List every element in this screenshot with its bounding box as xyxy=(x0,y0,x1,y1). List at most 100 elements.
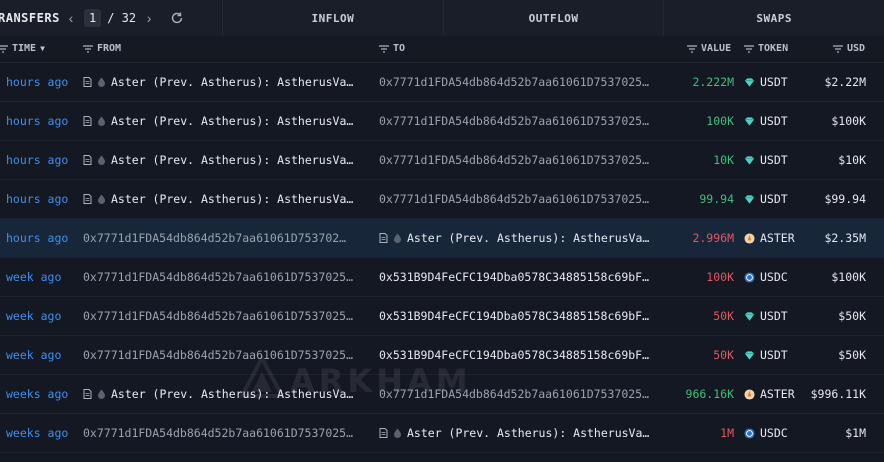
from-entity[interactable]: Aster (Prev. Astherus): AstherusVa… xyxy=(111,75,353,89)
tab-inflow[interactable]: INFLOW xyxy=(222,0,443,36)
table-row[interactable]: weeks ago Aster (Prev. Astherus): Astheru… xyxy=(0,375,884,414)
time-cell[interactable]: weeks ago xyxy=(6,375,76,413)
prev-page-button[interactable]: ‹ xyxy=(64,8,78,28)
to-address[interactable]: 0x531B9D4FeCFC194Dba0578C34885158c69bF… xyxy=(379,309,649,323)
document-icon xyxy=(83,389,92,399)
usd-cell: $2.35M xyxy=(824,231,866,245)
chevron-right-icon: › xyxy=(146,10,152,26)
entity-logo-icon xyxy=(98,155,105,165)
from-entity[interactable]: Aster (Prev. Astherus): AstherusVa… xyxy=(111,153,353,167)
to-column-header[interactable]: TO xyxy=(379,43,405,54)
table-row[interactable]: hours ago Aster (Prev. Astherus): Astheru… xyxy=(0,63,884,102)
from-cell: 0x7771d1FDA54db864d52b7aa61061D7537025… xyxy=(83,297,368,335)
table-row[interactable]: weeks ago 0x7771d1FDA54db864d52b7aa61061D… xyxy=(0,414,884,453)
time-cell[interactable]: hours ago xyxy=(6,102,76,140)
time-cell[interactable]: hours ago xyxy=(6,219,76,257)
value-cell: 99.94 xyxy=(699,192,734,206)
from-cell: 0x7771d1FDA54db864d52b7aa61061D7537025… xyxy=(83,414,368,452)
usd-column-header[interactable]: USD xyxy=(833,43,865,54)
table-header: TIME ▼ FROM TO VALUE TOKEN USD xyxy=(0,36,884,63)
usdt-icon xyxy=(744,194,755,205)
to-cell: Aster (Prev. Astherus): AstherusVa… xyxy=(379,219,664,257)
entity-logo-icon xyxy=(98,116,105,126)
to-header-label: TO xyxy=(393,43,406,54)
from-column-header[interactable]: FROM xyxy=(83,43,121,54)
to-entity[interactable]: Aster (Prev. Astherus): AstherusVa… xyxy=(407,231,649,245)
to-address[interactable]: 0x7771d1FDA54db864d52b7aa61061D7537025… xyxy=(379,387,649,401)
from-entity[interactable]: Aster (Prev. Astherus): AstherusVa… xyxy=(111,192,353,206)
usd-header-label: USD xyxy=(847,43,866,54)
token-symbol: ASTER xyxy=(760,387,795,401)
next-page-button[interactable]: › xyxy=(142,8,156,28)
filter-icon xyxy=(833,44,843,53)
token-symbol: USDT xyxy=(760,348,788,362)
document-icon xyxy=(379,428,388,438)
filter-icon xyxy=(83,44,93,53)
time-column-header[interactable]: TIME ▼ xyxy=(0,43,45,54)
from-cell: Aster (Prev. Astherus): AstherusVa… xyxy=(83,63,368,101)
to-cell: 0x531B9D4FeCFC194Dba0578C34885158c69bF… xyxy=(379,297,664,335)
to-address[interactable]: 0x7771d1FDA54db864d52b7aa61061D7537025… xyxy=(379,114,649,128)
panel-title: RANSFERS xyxy=(0,11,60,25)
entity-logo-icon xyxy=(98,77,105,87)
usd-cell: $99.94 xyxy=(824,192,866,206)
document-icon xyxy=(83,155,92,165)
table-row[interactable]: hours ago Aster (Prev. Astherus): Astheru… xyxy=(0,180,884,219)
document-icon xyxy=(379,233,388,243)
from-cell: Aster (Prev. Astherus): AstherusVa… xyxy=(83,375,368,413)
value-cell: 10K xyxy=(713,153,734,167)
to-address[interactable]: 0x7771d1FDA54db864d52b7aa61061D7537025… xyxy=(379,153,649,167)
from-entity[interactable]: Aster (Prev. Astherus): AstherusVa… xyxy=(111,387,353,401)
table-row[interactable]: week ago 0x7771d1FDA54db864d52b7aa61061D7… xyxy=(0,297,884,336)
current-page[interactable]: 1 xyxy=(84,9,102,27)
from-address[interactable]: 0x7771d1FDA54db864d52b7aa61061D7537025… xyxy=(83,348,353,362)
to-address[interactable]: 0x531B9D4FeCFC194Dba0578C34885158c69bF… xyxy=(379,270,649,284)
table-row[interactable]: hours ago Aster (Prev. Astherus): Astheru… xyxy=(0,102,884,141)
aster-icon xyxy=(744,232,755,244)
from-cell: 0x7771d1FDA54db864d52b7aa61061D7537025… xyxy=(83,258,368,296)
value-cell: 1M xyxy=(720,426,734,440)
token-symbol: USDC xyxy=(760,270,788,284)
tab-swaps[interactable]: SWAPS xyxy=(663,0,884,36)
time-cell[interactable]: week ago xyxy=(6,336,76,374)
time-cell[interactable]: weeks ago xyxy=(6,414,76,452)
token-symbol: USDT xyxy=(760,309,788,323)
pagination: ‹ 1 / 32 › xyxy=(64,8,186,28)
token-symbol: ASTER xyxy=(760,231,795,245)
from-cell: 0x7771d1FDA54db864d52b7aa61061D7537025… xyxy=(83,336,368,374)
tab-outflow[interactable]: OUTFLOW xyxy=(442,0,664,36)
to-address[interactable]: 0x531B9D4FeCFC194Dba0578C34885158c69bF… xyxy=(379,348,649,362)
from-cell: 0x7771d1FDA54db864d52b7aa61061D753702… xyxy=(83,219,368,257)
from-entity[interactable]: Aster (Prev. Astherus): AstherusVa… xyxy=(111,114,353,128)
to-entity[interactable]: Aster (Prev. Astherus): AstherusVa… xyxy=(407,426,649,440)
table-row[interactable]: hours ago Aster (Prev. Astherus): Astheru… xyxy=(0,141,884,180)
table-row[interactable]: hours ago 0x7771d1FDA54db864d52b7aa61061D… xyxy=(0,219,884,258)
table-row[interactable]: week ago 0x7771d1FDA54db864d52b7aa61061D7… xyxy=(0,258,884,297)
value-column-header[interactable]: VALUE xyxy=(687,43,731,54)
refresh-button[interactable] xyxy=(168,9,186,27)
usd-cell: $50K xyxy=(838,348,866,362)
time-cell[interactable]: hours ago xyxy=(6,63,76,101)
to-address[interactable]: 0x7771d1FDA54db864d52b7aa61061D7537025… xyxy=(379,192,649,206)
from-header-label: FROM xyxy=(97,43,122,54)
value-cell: 2.996M xyxy=(692,231,734,245)
usdt-icon xyxy=(744,350,755,361)
time-cell[interactable]: week ago xyxy=(6,297,76,335)
time-cell[interactable]: hours ago xyxy=(6,141,76,179)
entity-logo-icon xyxy=(98,194,105,204)
time-cell[interactable]: hours ago xyxy=(6,180,76,218)
from-address[interactable]: 0x7771d1FDA54db864d52b7aa61061D7537025… xyxy=(83,270,353,284)
time-cell[interactable]: week ago xyxy=(6,258,76,296)
token-column-header[interactable]: TOKEN xyxy=(744,43,788,54)
from-address[interactable]: 0x7771d1FDA54db864d52b7aa61061D753702… xyxy=(83,231,346,245)
from-address[interactable]: 0x7771d1FDA54db864d52b7aa61061D7537025… xyxy=(83,309,353,323)
to-cell: 0x7771d1FDA54db864d52b7aa61061D7537025… xyxy=(379,63,664,101)
entity-logo-icon xyxy=(394,233,401,243)
from-cell: Aster (Prev. Astherus): AstherusVa… xyxy=(83,141,368,179)
table-row[interactable]: week ago 0x7771d1FDA54db864d52b7aa61061D7… xyxy=(0,336,884,375)
value-cell: 100K xyxy=(706,114,734,128)
value-cell: 50K xyxy=(713,348,734,362)
document-icon xyxy=(83,116,92,126)
to-address[interactable]: 0x7771d1FDA54db864d52b7aa61061D7537025… xyxy=(379,75,649,89)
from-address[interactable]: 0x7771d1FDA54db864d52b7aa61061D7537025… xyxy=(83,426,353,440)
